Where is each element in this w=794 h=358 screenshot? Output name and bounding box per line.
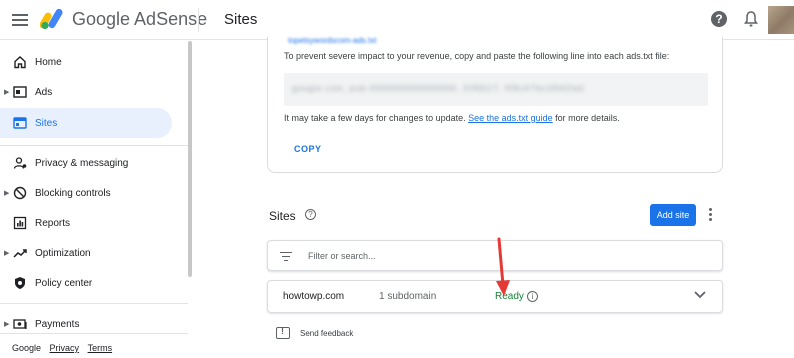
chevron-down-icon[interactable]	[693, 290, 707, 300]
home-icon	[12, 54, 28, 70]
optimization-trend-icon	[12, 245, 28, 261]
sites-icon	[12, 115, 28, 131]
sidebar-item-home[interactable]: Home	[0, 47, 172, 77]
brand-name: Google AdSense	[72, 9, 208, 29]
sidebar-item-optimization[interactable]: ▶ Optimization	[0, 238, 172, 268]
footer-google: Google	[12, 343, 42, 353]
privacy-icon	[12, 155, 28, 171]
expand-caret-icon[interactable]: ▶	[4, 320, 9, 328]
copy-button[interactable]: COPY	[294, 144, 322, 154]
sidebar-item-label: Blocking controls	[35, 187, 111, 199]
notifications-bell-icon[interactable]	[744, 10, 758, 28]
send-feedback[interactable]: Send feedback	[276, 326, 354, 339]
policy-shield-icon	[12, 275, 28, 291]
main-content: topetsywordscom-ads.txt To prevent sever…	[194, 36, 794, 358]
sidebar-item-label: Policy center	[35, 277, 93, 289]
ads-txt-code-box[interactable]: google.com, pub-0000000000000000, DIRECT…	[284, 73, 708, 106]
header-divider	[198, 8, 199, 32]
payments-icon	[12, 316, 28, 332]
ads-icon	[12, 84, 28, 100]
ads-txt-code-line: google.com, pub-0000000000000000, DIRECT…	[292, 84, 585, 93]
sidebar-item-payments[interactable]: ▶ Payments	[0, 309, 172, 339]
reports-icon	[12, 215, 28, 231]
more-vert-icon[interactable]	[707, 207, 713, 223]
add-site-button[interactable]: Add site	[650, 204, 696, 226]
sidebar-divider	[0, 303, 188, 304]
blocking-icon	[12, 185, 28, 201]
top-app-bar: Google AdSense Sites ?	[0, 0, 794, 40]
footer-terms-link[interactable]: Terms	[88, 343, 113, 353]
clipped-ads-txt-link[interactable]: topetsywordscom-ads.txt	[288, 36, 376, 45]
expand-caret-icon[interactable]: ▶	[4, 249, 9, 257]
sidebar-nav: Home ▶ Ads Sites Privacy & messaging ▶ B…	[0, 41, 194, 358]
help-icon[interactable]: ?	[711, 11, 727, 27]
sites-section-title: Sites	[269, 209, 296, 223]
help-circle-icon[interactable]: ?	[305, 209, 316, 220]
sidebar-item-ads[interactable]: ▶ Ads	[0, 77, 172, 107]
site-domain: howtowp.com	[283, 291, 345, 302]
expand-caret-icon[interactable]: ▶	[4, 189, 9, 197]
status-info-icon[interactable]: i	[527, 291, 538, 302]
sidebar-item-label: Ads	[35, 86, 53, 98]
sidebar-item-label: Payments	[35, 318, 80, 330]
filter-icon[interactable]	[280, 252, 292, 261]
note-text-tail: for more details.	[552, 113, 620, 123]
site-subdomain-count: 1 subdomain	[379, 291, 437, 302]
sidebar-item-blocking-controls[interactable]: ▶ Blocking controls	[0, 178, 172, 208]
sidebar-item-label: Reports	[35, 217, 71, 229]
sidebar-item-label: Privacy & messaging	[35, 157, 129, 169]
page-title: Sites	[224, 11, 258, 28]
sidebar-footer: Google Privacy Terms	[12, 343, 112, 353]
sidebar-divider	[0, 145, 188, 146]
adsense-logo	[40, 8, 63, 30]
sidebar-scrollbar[interactable]	[188, 41, 192, 277]
sidebar-item-label: Home	[35, 56, 62, 68]
sidebar-item-reports[interactable]: Reports	[0, 208, 172, 238]
sidebar-item-privacy-messaging[interactable]: Privacy & messaging	[0, 148, 172, 178]
ads-txt-card: topetsywordscom-ads.txt To prevent sever…	[267, 36, 723, 173]
note-text: It may take a few days for changes to up…	[284, 113, 469, 123]
expand-caret-icon[interactable]: ▶	[4, 88, 9, 96]
annotation-arrow-icon	[496, 237, 510, 296]
footer-privacy-link[interactable]: Privacy	[50, 343, 80, 353]
sidebar-item-label: Sites	[35, 117, 58, 129]
ads-txt-instruction: To prevent severe impact to your revenue…	[284, 51, 670, 61]
send-feedback-label: Send feedback	[300, 328, 354, 338]
sidebar-item-sites[interactable]: Sites	[0, 108, 172, 138]
sidebar-item-policy-center[interactable]: Policy center	[0, 268, 172, 298]
hamburger-menu-icon[interactable]	[12, 11, 28, 29]
user-avatar[interactable]	[768, 6, 794, 34]
ads-txt-note: It may take a few days for changes to up…	[284, 113, 620, 123]
feedback-icon	[276, 326, 290, 339]
sidebar-divider	[0, 333, 188, 334]
sidebar-item-label: Optimization	[35, 247, 91, 259]
ads-txt-guide-link[interactable]: See the ads.txt guide	[468, 113, 553, 123]
